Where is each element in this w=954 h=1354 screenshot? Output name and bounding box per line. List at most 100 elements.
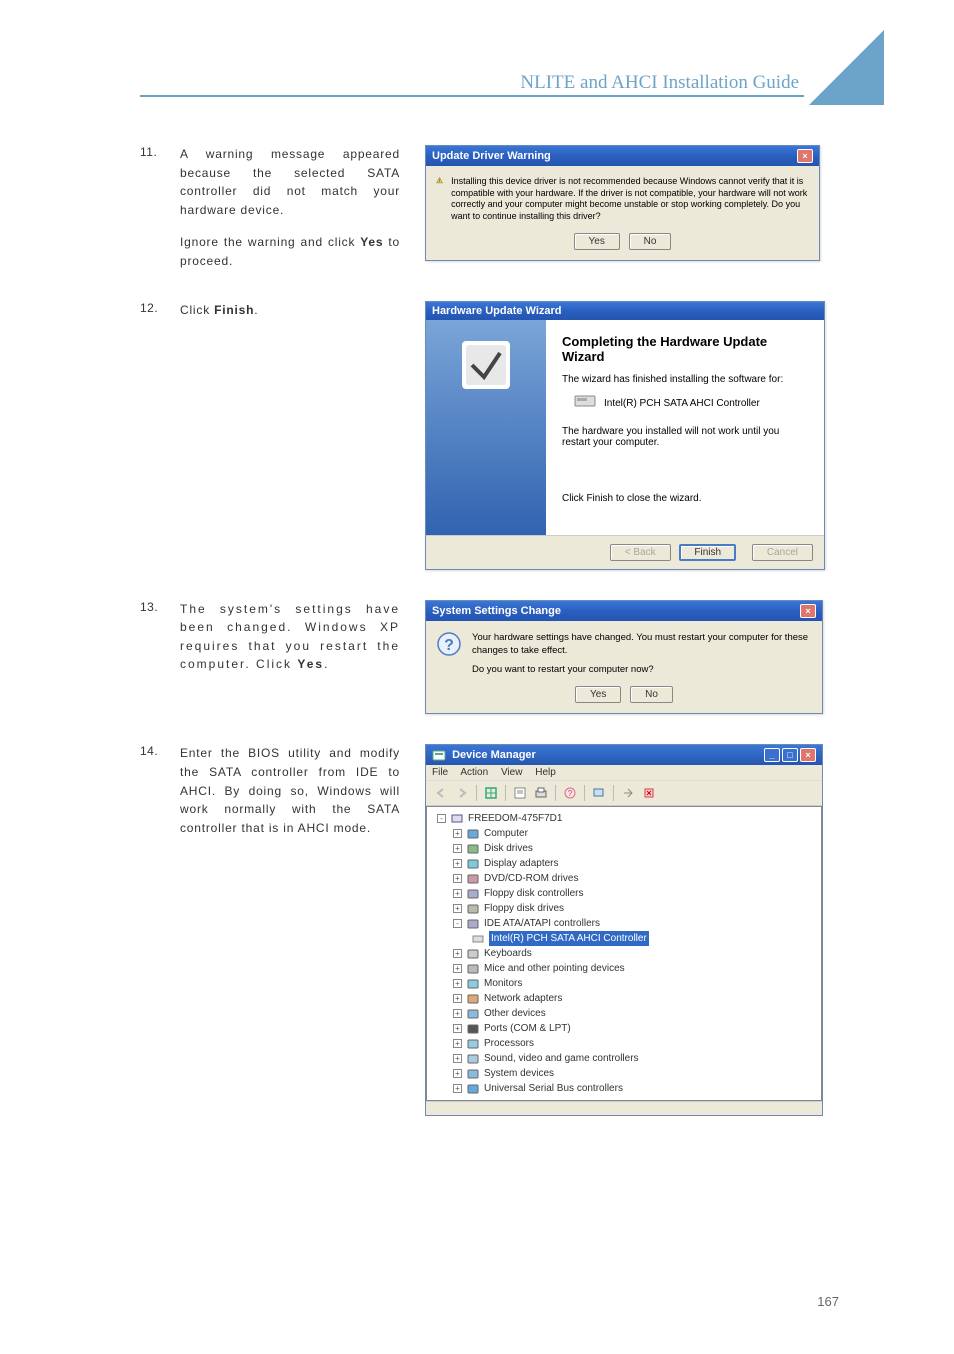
toolbar-icon[interactable] <box>619 784 637 802</box>
warning-message: Installing this device driver is not rec… <box>451 176 809 223</box>
step-text: A warning message appeared because the s… <box>180 145 420 271</box>
tree-item[interactable]: +Mice and other pointing devices <box>433 961 815 976</box>
wizard-sidebar-graphic <box>426 320 546 535</box>
dialog-title: System Settings Change <box>432 605 561 617</box>
tree-item[interactable]: +System devices <box>433 1066 815 1081</box>
appendix-badge: A <box>809 30 884 105</box>
tree-root[interactable]: - FREEDOM-475F7D1 <box>433 811 815 826</box>
device-name: Intel(R) PCH SATA AHCI Controller <box>604 398 760 409</box>
scan-icon[interactable] <box>590 784 608 802</box>
tree-item[interactable]: -IDE ATA/ATAPI controllers <box>433 916 815 931</box>
computer-icon <box>450 812 464 826</box>
device-manager-window: Device Manager _ □ × File Action View He… <box>425 744 823 1116</box>
section-title: NLITE and AHCI Installation Guide <box>520 72 799 94</box>
device-icon <box>466 962 480 976</box>
finish-button[interactable]: Finish <box>679 544 736 561</box>
step-number: 11. <box>140 145 180 159</box>
uninstall-icon[interactable] <box>640 784 658 802</box>
step-text: Click Finish. <box>180 301 420 320</box>
device-icon <box>466 992 480 1006</box>
tree-item[interactable]: +Monitors <box>433 976 815 991</box>
close-icon[interactable]: × <box>797 149 813 163</box>
step-text: Enter the BIOS utility and modify the SA… <box>180 744 420 837</box>
maximize-icon[interactable]: □ <box>782 748 798 762</box>
device-icon <box>466 902 480 916</box>
system-settings-change-dialog: System Settings Change × ? Your hardware… <box>425 600 823 715</box>
page-number: 167 <box>817 1294 839 1309</box>
tree-item[interactable]: +Display adapters <box>433 856 815 871</box>
header-rule <box>140 95 804 97</box>
hardware-update-wizard-dialog: Hardware Update Wizard Completing the Ha… <box>425 301 825 570</box>
help-icon[interactable]: ? <box>561 784 579 802</box>
tree-item[interactable]: +Keyboards <box>433 946 815 961</box>
device-icon <box>466 1022 480 1036</box>
menu-view[interactable]: View <box>501 767 523 778</box>
device-icon <box>466 1007 480 1021</box>
tree-item[interactable]: +Other devices <box>433 1006 815 1021</box>
step-number: 13. <box>140 600 180 614</box>
wizard-line: Click Finish to close the wizard. <box>562 493 808 504</box>
update-driver-warning-dialog: Update Driver Warning × ! Installing thi… <box>425 145 820 261</box>
device-icon <box>466 887 480 901</box>
device-icon <box>466 1082 480 1096</box>
tree-item[interactable]: +Disk drives <box>433 841 815 856</box>
device-icon <box>466 917 480 931</box>
toolbar-icon[interactable] <box>482 784 500 802</box>
minimize-icon[interactable]: _ <box>764 748 780 762</box>
wizard-line: The hardware you installed will not work… <box>562 426 808 448</box>
tree-item[interactable]: +Universal Serial Bus controllers <box>433 1081 815 1096</box>
svg-text:?: ? <box>568 789 573 798</box>
tree-item[interactable]: +Processors <box>433 1036 815 1051</box>
wizard-line: The wizard has finished installing the s… <box>562 374 808 385</box>
question-icon: ? <box>436 631 462 677</box>
device-icon <box>466 1052 480 1066</box>
tree-item[interactable]: +Floppy disk drives <box>433 901 815 916</box>
no-button[interactable]: No <box>629 233 672 250</box>
device-icon <box>466 827 480 841</box>
menu-bar[interactable]: File Action View Help <box>426 765 822 781</box>
tree-item[interactable]: +Network adapters <box>433 991 815 1006</box>
menu-help[interactable]: Help <box>535 767 556 778</box>
device-icon <box>466 977 480 991</box>
device-tree[interactable]: - FREEDOM-475F7D1 +Computer+Disk drives+… <box>426 806 822 1101</box>
dialog-title: Update Driver Warning <box>432 150 551 162</box>
toolbar: ? <box>426 781 822 806</box>
device-icon <box>574 393 596 414</box>
settings-message-2: Do you want to restart your computer now… <box>472 663 812 676</box>
yes-button[interactable]: Yes <box>574 233 620 250</box>
tree-item[interactable]: +DVD/CD-ROM drives <box>433 871 815 886</box>
settings-message-1: Your hardware settings have changed. You… <box>472 631 812 658</box>
yes-button[interactable]: Yes <box>575 686 621 703</box>
step-number: 14. <box>140 744 180 758</box>
app-icon <box>432 750 446 762</box>
svg-text:?: ? <box>444 637 454 654</box>
device-icon <box>466 872 480 886</box>
nav-back-icon[interactable] <box>432 784 450 802</box>
close-icon[interactable]: × <box>800 748 816 762</box>
device-icon <box>466 1037 480 1051</box>
tree-item[interactable]: +Sound, video and game controllers <box>433 1051 815 1066</box>
no-button[interactable]: No <box>630 686 673 703</box>
step-number: 12. <box>140 301 180 315</box>
step-text: The system's settings have been changed.… <box>180 600 420 674</box>
print-icon[interactable] <box>532 784 550 802</box>
menu-file[interactable]: File <box>432 767 448 778</box>
device-icon <box>466 857 480 871</box>
svg-text:A: A <box>849 40 884 100</box>
tree-item[interactable]: +Computer <box>433 826 815 841</box>
device-icon <box>466 947 480 961</box>
wizard-heading: Completing the Hardware Update Wizard <box>562 334 808 364</box>
menu-action[interactable]: Action <box>460 767 488 778</box>
tree-item-selected[interactable]: Intel(R) PCH SATA AHCI Controller <box>433 931 815 946</box>
nav-forward-icon[interactable] <box>453 784 471 802</box>
properties-icon[interactable] <box>511 784 529 802</box>
device-icon <box>466 1067 480 1081</box>
status-bar <box>426 1101 822 1115</box>
close-icon[interactable]: × <box>800 604 816 618</box>
tree-item[interactable]: +Ports (COM & LPT) <box>433 1021 815 1036</box>
window-title: Device Manager <box>452 749 536 761</box>
tree-item[interactable]: +Floppy disk controllers <box>433 886 815 901</box>
device-icon <box>466 842 480 856</box>
dialog-title: Hardware Update Wizard <box>432 305 562 317</box>
warning-icon: ! <box>436 176 443 200</box>
